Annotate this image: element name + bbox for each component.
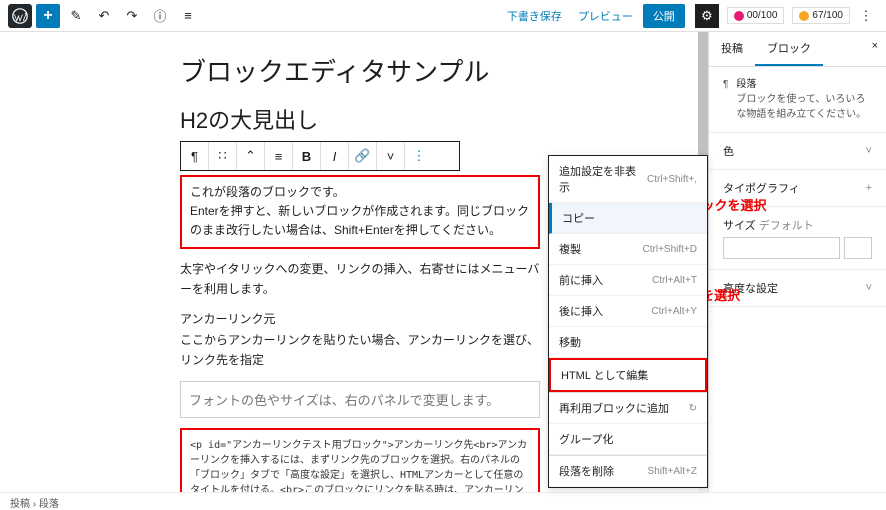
breadcrumb[interactable]: 投稿 › 段落 — [0, 492, 886, 510]
menu-add-reusable[interactable]: 再利用ブロックに追加↻ — [549, 393, 707, 424]
bold-button[interactable]: B — [293, 142, 321, 170]
tab-block[interactable]: ブロック — [755, 32, 823, 66]
italic-button[interactable]: I — [321, 142, 349, 170]
plus-icon: + — [866, 182, 872, 194]
size-select[interactable] — [723, 237, 840, 259]
menu-insert-before[interactable]: 前に挿入Ctrl+Alt+T — [549, 265, 707, 296]
publish-button[interactable]: 公開 — [643, 4, 685, 28]
menu-copy[interactable]: コピー — [549, 203, 707, 234]
body-paragraph-2[interactable]: アンカーリンク元 ここからアンカーリンクを貼りたい場合、アンカーリンクを選び、リ… — [180, 309, 540, 370]
close-sidebar-icon[interactable]: × — [864, 32, 886, 66]
body-paragraph-1[interactable]: 太字やイタリックへの変更、リンクの挿入、右寄せにはメニューバーを利用します。 — [180, 259, 540, 300]
menu-move[interactable]: 移動 — [549, 327, 707, 358]
settings-icon[interactable]: ⚙ — [695, 4, 719, 28]
add-block-button[interactable]: + — [36, 4, 60, 28]
panel-size: サイズ デフォルト — [709, 207, 886, 270]
para-line-1: これが段落のブロックです。 — [190, 183, 530, 202]
seo-badge-2[interactable]: 67/100 — [792, 7, 850, 24]
menu-remove[interactable]: 段落を削除Shift+Alt+Z — [549, 456, 707, 487]
refresh-icon: ↻ — [689, 403, 697, 414]
more-options-icon[interactable]: ⋮ — [405, 142, 433, 170]
seo-badge-1[interactable]: 00/100 — [727, 7, 785, 24]
size-reset-icon[interactable] — [844, 237, 872, 259]
edit-icon[interactable]: ✎ — [64, 4, 88, 28]
paragraph-block-icon: ¶ — [723, 77, 728, 122]
tab-post[interactable]: 投稿 — [709, 32, 755, 66]
outline-icon[interactable]: ≡ — [176, 4, 200, 28]
chevron-down-icon[interactable]: ˅ — [377, 142, 405, 170]
paragraph-icon[interactable]: ¶ — [181, 142, 209, 170]
selected-paragraph-block[interactable]: これが段落のブロックです。 Enterを押すと、新しいブロックが作成されます。同… — [180, 175, 540, 249]
para-line-2: Enterを押すと、新しいブロックが作成されます。同じブロックのまま改行したい場… — [190, 202, 530, 240]
info-icon[interactable]: ⓘ — [148, 4, 172, 28]
block-toolbar: ¶ ∷ ⌃ ≡ B I 🔗 ˅ ⋮ — [180, 141, 460, 171]
preview-link[interactable]: プレビュー — [578, 8, 633, 24]
html-code-block[interactable]: <p id="アンカーリンクテスト用ブロック">アンカーリンク先<br>アンカー… — [180, 428, 540, 492]
menu-duplicate[interactable]: 複製Ctrl+Shift+D — [549, 234, 707, 265]
menu-edit-html[interactable]: HTML として編集 — [549, 358, 707, 392]
more-icon[interactable]: ⋮ — [854, 4, 878, 28]
block-context-menu: 追加設定を非表示Ctrl+Shift+, コピー 複製Ctrl+Shift+D … — [548, 155, 708, 488]
h2-heading[interactable]: H2の大見出し — [180, 103, 668, 135]
undo-icon[interactable]: ↶ — [92, 4, 116, 28]
block-desc-text: ブロックを使って、いろいろな物語を組み立てください。 — [736, 92, 872, 122]
transform-icon[interactable]: ⌃ — [237, 142, 265, 170]
settings-sidebar: 投稿 ブロック × ¶ 段落 ブロックを使って、いろいろな物語を組み立てください… — [708, 32, 886, 492]
chevron-down-icon: ˅ — [866, 145, 872, 157]
drag-icon[interactable]: ∷ — [209, 142, 237, 170]
block-name: 段落 — [736, 77, 872, 92]
block-description: ¶ 段落 ブロックを使って、いろいろな物語を組み立てください。 — [709, 67, 886, 133]
link-icon[interactable]: 🔗 — [349, 142, 377, 170]
panel-color[interactable]: 色˅ — [709, 133, 886, 170]
redo-icon[interactable]: ↷ — [120, 4, 144, 28]
align-icon[interactable]: ≡ — [265, 142, 293, 170]
chevron-down-icon: ˅ — [866, 282, 872, 294]
menu-group[interactable]: グループ化 — [549, 424, 707, 455]
placeholder-paragraph[interactable]: フォントの色やサイズは、右のパネルで変更します。 — [180, 381, 540, 418]
menu-insert-after[interactable]: 後に挿入Ctrl+Alt+Y — [549, 296, 707, 327]
sidebar-tabs: 投稿 ブロック × — [709, 32, 886, 67]
menu-show-settings[interactable]: 追加設定を非表示Ctrl+Shift+, — [549, 156, 707, 203]
post-title[interactable]: ブロックエディタサンプル — [180, 52, 668, 89]
top-toolbar: + ✎ ↶ ↷ ⓘ ≡ 下書き保存 プレビュー 公開 ⚙ 00/100 67/1… — [0, 0, 886, 32]
wp-logo[interactable] — [8, 4, 32, 28]
save-draft-link[interactable]: 下書き保存 — [507, 8, 562, 24]
